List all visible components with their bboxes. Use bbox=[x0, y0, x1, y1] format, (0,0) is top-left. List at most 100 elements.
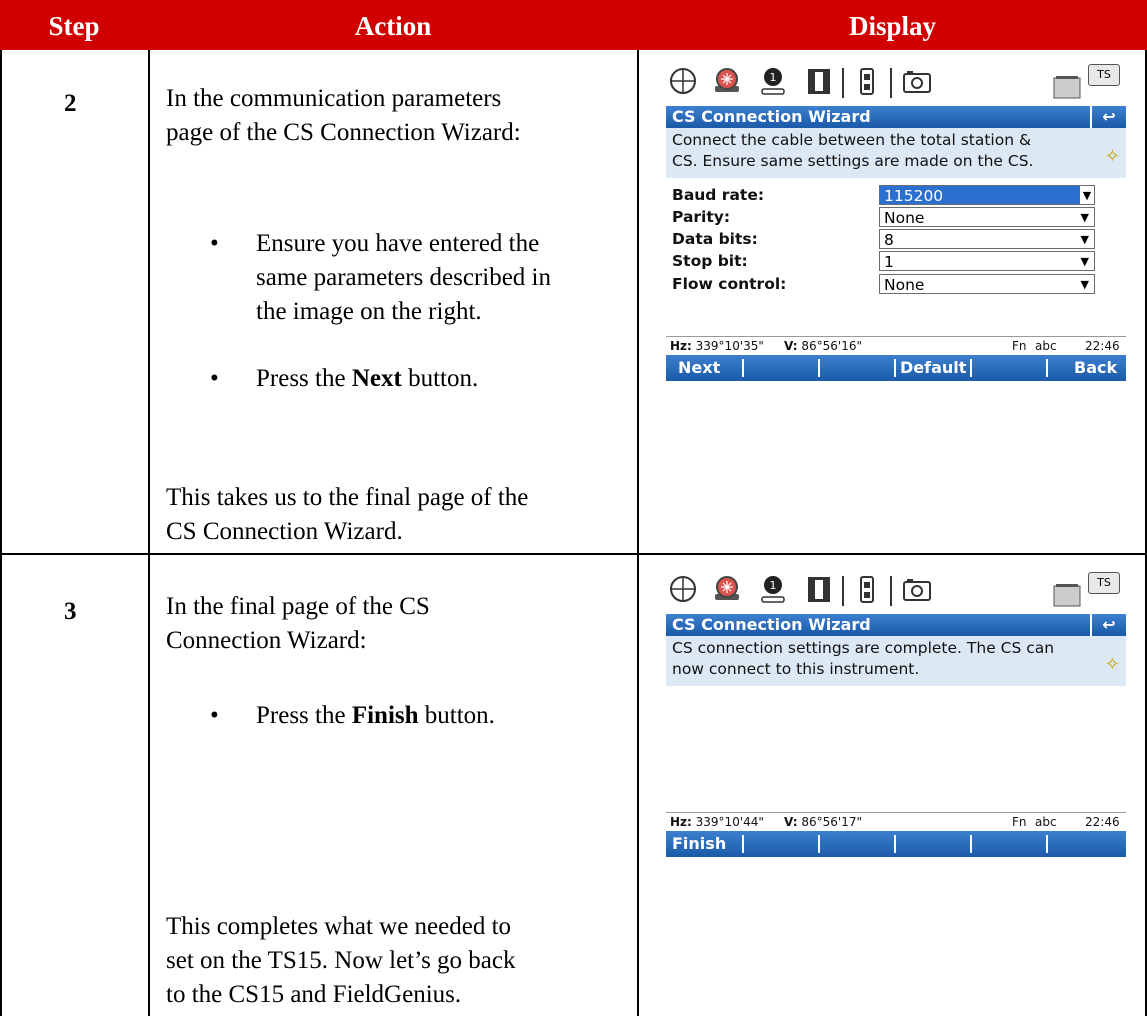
toolbar-separator bbox=[890, 68, 892, 98]
softkey-separator bbox=[818, 835, 820, 853]
toolbar-separator bbox=[842, 576, 844, 606]
text-line: page of the CS Connection Wizard: bbox=[166, 119, 521, 146]
softkey-separator bbox=[970, 359, 972, 377]
target-height-icon: 1 bbox=[761, 68, 785, 95]
status-bar: Hz: 339°10'35" V: 86°56'16" Fn abc 22:46 bbox=[666, 336, 1126, 355]
instruction-intro: In the communication parameters page of … bbox=[166, 82, 521, 150]
softkey-bar: Next Default Back bbox=[666, 355, 1126, 381]
instruction-outro: This completes what we needed to set on … bbox=[166, 910, 516, 1012]
flow-control-label: Flow control: bbox=[672, 275, 787, 293]
clock: 22:46 bbox=[1085, 339, 1120, 353]
table-divider-action bbox=[637, 50, 639, 1016]
target-height-icon: 1 bbox=[761, 576, 785, 603]
flow-control-select[interactable]: None ▼ bbox=[879, 274, 1095, 294]
default-button[interactable]: Default bbox=[900, 355, 966, 381]
stop-bit-select[interactable]: 1 ▼ bbox=[879, 251, 1095, 271]
memory-card-icon bbox=[1053, 76, 1081, 99]
fn-indicator: Fn bbox=[1012, 815, 1027, 829]
chevron-down-icon: ▼ bbox=[1080, 211, 1089, 224]
ts-badge-icon: TS bbox=[1088, 64, 1120, 86]
back-button[interactable]: Back bbox=[1074, 355, 1117, 381]
stop-bit-label: Stop bit: bbox=[672, 252, 748, 270]
info-line: now connect to this instrument. bbox=[672, 660, 920, 678]
info-message: Connect the cable between the total stat… bbox=[666, 128, 1126, 178]
memory-card-icon bbox=[1053, 584, 1081, 607]
empty-content bbox=[666, 686, 1126, 812]
bullet-item: • Press the Next button. bbox=[210, 362, 478, 396]
wizard-title: CS Connection Wizard ↩ bbox=[666, 106, 1126, 128]
keyword: Next bbox=[351, 365, 402, 392]
hz-value: 339°10'35" bbox=[695, 339, 764, 353]
parity-select[interactable]: None ▼ bbox=[879, 207, 1095, 227]
hz-readout: Hz: 339°10'44" bbox=[670, 813, 764, 831]
softkey-separator bbox=[894, 359, 896, 377]
text-line: same parameters described in bbox=[256, 264, 552, 291]
softkey-separator bbox=[742, 835, 744, 853]
v-value: 86°56'17" bbox=[801, 815, 863, 829]
baud-rate-select[interactable]: 115200 ▼ bbox=[879, 185, 1095, 205]
battery-icon bbox=[860, 68, 874, 95]
text-run: button. bbox=[418, 702, 495, 729]
fn-indicator: Fn bbox=[1012, 339, 1027, 353]
ts-badge-icon: TS bbox=[1088, 572, 1120, 594]
input-mode: abc bbox=[1035, 339, 1057, 353]
select-value: 115200 bbox=[884, 187, 944, 205]
svg-text:1: 1 bbox=[770, 71, 777, 84]
select-value: None bbox=[884, 276, 925, 294]
keyword: Finish bbox=[351, 702, 419, 729]
bullet-dot: • bbox=[210, 230, 219, 257]
next-button[interactable]: Next bbox=[678, 355, 720, 381]
text-line: This takes us to the final page of the bbox=[166, 484, 529, 511]
bullet-dot: • bbox=[210, 702, 219, 729]
bullet-dot: • bbox=[210, 365, 219, 392]
device-toolbar: 1 TS bbox=[666, 62, 1126, 106]
text-line: Connection Wizard: bbox=[166, 627, 367, 654]
hz-readout: Hz: 339°10'35" bbox=[670, 337, 764, 355]
bullet-item: • Press the Finish button. bbox=[210, 699, 495, 733]
hz-label: Hz: bbox=[670, 339, 692, 353]
text-run: Press the bbox=[256, 365, 352, 392]
info-line: CS connection settings are complete. The… bbox=[672, 639, 1055, 657]
instrument-icon bbox=[808, 577, 830, 602]
wizard-title-text: CS Connection Wizard bbox=[672, 615, 871, 634]
input-mode: abc bbox=[1035, 815, 1057, 829]
text-line: In the final page of the CS bbox=[166, 593, 430, 620]
camera-icon bbox=[903, 71, 931, 93]
settings-form: Baud rate: 115200 ▼ Parity: None ▼ Data bi… bbox=[666, 178, 1126, 336]
chevron-down-icon: ▼ bbox=[1080, 233, 1089, 246]
battery-icon bbox=[860, 576, 874, 603]
v-readout: V: 86°56'16" bbox=[784, 337, 862, 355]
parity-label: Parity: bbox=[672, 208, 731, 226]
softkey-separator bbox=[970, 835, 972, 853]
v-label: V: bbox=[784, 815, 798, 829]
data-bits-label: Data bits: bbox=[672, 230, 758, 248]
softkey-separator bbox=[742, 359, 744, 377]
wizard-title-text: CS Connection Wizard bbox=[672, 107, 871, 126]
v-label: V: bbox=[784, 339, 798, 353]
chevron-down-icon: ▼ bbox=[1080, 255, 1089, 268]
device-screen: 1 TS CS Connection Wizard ↩ CS connectio… bbox=[666, 570, 1126, 857]
table-header: Step Action Display bbox=[0, 0, 1147, 50]
step-number: 2 bbox=[64, 90, 77, 117]
header-action: Action bbox=[354, 11, 432, 41]
v-readout: V: 86°56'17" bbox=[784, 813, 862, 831]
instrument-icon bbox=[808, 69, 830, 94]
return-icon[interactable]: ↩ bbox=[1090, 614, 1126, 636]
hz-value: 339°10'44" bbox=[695, 815, 764, 829]
crosshair-icon bbox=[670, 576, 696, 602]
text-line: This completes what we needed to bbox=[166, 913, 512, 940]
table-border-left bbox=[0, 50, 2, 1016]
step-number: 3 bbox=[64, 598, 77, 625]
toolbar-separator bbox=[890, 576, 892, 606]
row-separator bbox=[0, 553, 1147, 555]
finish-button[interactable]: Finish bbox=[672, 831, 726, 857]
info-line: Connect the cable between the total stat… bbox=[672, 131, 1032, 149]
data-bits-select[interactable]: 8 ▼ bbox=[879, 229, 1095, 249]
text-line: In the communication parameters bbox=[166, 85, 502, 112]
info-line: CS. Ensure same settings are made on the… bbox=[672, 152, 1034, 170]
return-icon[interactable]: ↩ bbox=[1090, 106, 1126, 128]
chevron-down-icon: ▼ bbox=[1080, 186, 1094, 204]
camera-icon bbox=[903, 579, 931, 601]
instruction-intro: In the final page of the CS Connection W… bbox=[166, 590, 430, 658]
chevron-down-icon: ▼ bbox=[1080, 278, 1089, 291]
